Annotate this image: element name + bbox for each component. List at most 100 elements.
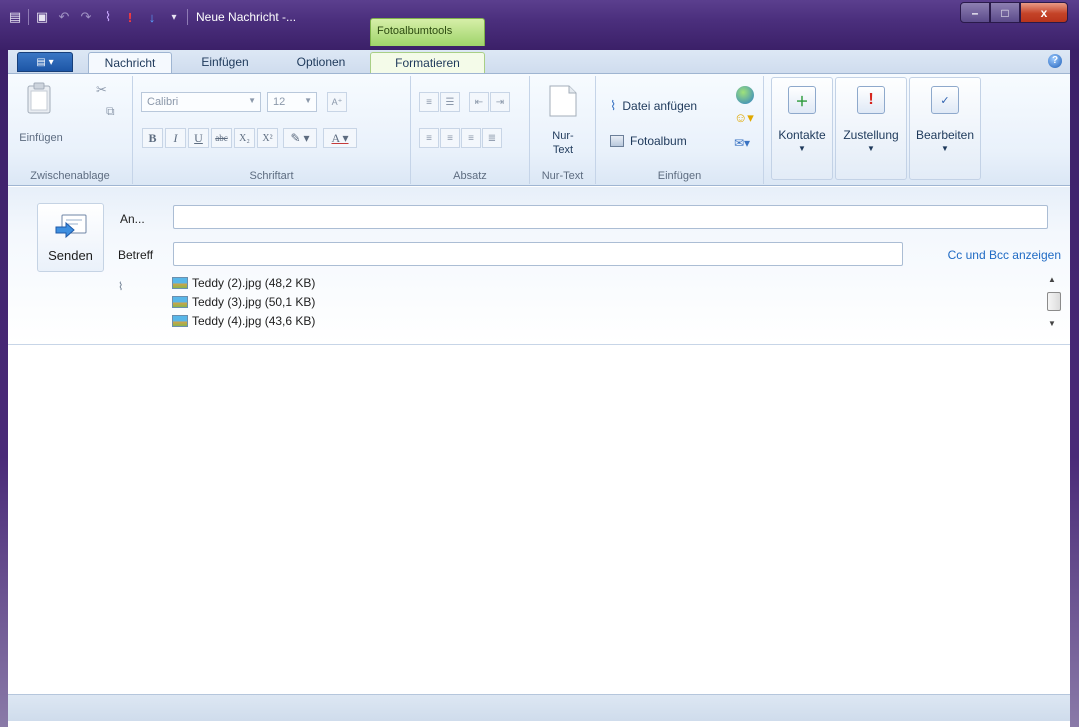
attachment-name: Teddy (3).jpg (50,1 KB) <box>192 294 316 309</box>
tab-optionen[interactable]: Optionen <box>286 52 356 73</box>
paste-button[interactable]: Einfügen <box>18 82 63 152</box>
font-size-select[interactable]: 12 ▼ <box>267 92 317 112</box>
scrollbar-thumb[interactable] <box>1047 292 1061 311</box>
group-insert: ⌇ Datei anfügen Fotoalbum ☺▾ ✉▾ Einfügen <box>596 76 764 184</box>
attachment-name: Teddy (4).jpg (43,6 KB) <box>192 313 316 328</box>
paste-label: Einfügen <box>19 132 63 144</box>
message-body-editor[interactable] <box>8 345 1070 694</box>
grow-font-icon[interactable]: A⁺ <box>327 92 347 112</box>
qat-separator <box>187 9 188 25</box>
ribbon-tab-row: ▤ ▾ Nachricht Einfügen Optionen Formatie… <box>8 50 1070 73</box>
group-label-plaintext: Nur-Text <box>541 170 584 182</box>
window-controls: – □ x <box>960 2 1068 23</box>
paperclip-icon: ⌇ <box>610 98 617 113</box>
chevron-down-icon: ▼ <box>798 144 806 153</box>
scroll-down-icon[interactable]: ▼ <box>1048 319 1056 328</box>
group-label-clipboard: Zwischenablage <box>30 170 110 182</box>
attach-file-button[interactable]: ⌇ Datei anfügen <box>610 98 697 114</box>
delivery-button[interactable]: ! Zustellung ▼ <box>835 77 907 180</box>
plaintext-label-2: Text <box>552 144 574 156</box>
group-label-insert: Einfügen <box>657 170 702 182</box>
help-icon[interactable]: ? <box>1048 54 1062 68</box>
edit-label: Bearbeiten <box>915 128 975 142</box>
justify-icon[interactable]: ≣ <box>482 128 502 148</box>
group-paragraph: ≡ ☰ ⇤ ⇥ ≡ ≡ ≡ ≣ Absatz <box>411 76 530 184</box>
paperclip-icon[interactable]: ⌇ <box>99 8 117 26</box>
close-button[interactable]: x <box>1020 2 1068 23</box>
send-button[interactable]: Senden <box>37 203 104 272</box>
globe-icon[interactable] <box>736 86 754 104</box>
tab-formatieren[interactable]: Formatieren <box>370 52 485 73</box>
minimize-button[interactable]: – <box>960 2 990 23</box>
tab-einfuegen[interactable]: Einfügen <box>190 52 260 73</box>
attachment-paperclip-icon: ⌇ <box>118 281 124 293</box>
compose-header: Senden An... Betreff Cc und Bcc anzeigen… <box>8 187 1070 345</box>
high-priority-icon: ! <box>857 86 885 114</box>
ribbon: Einfügen ✂ ⧉ Zwischenablage Calibri ▼ 12… <box>8 73 1070 186</box>
show-cc-bcc-link[interactable]: Cc und Bcc anzeigen <box>948 248 1061 262</box>
plaintext-button[interactable]: Nur- Text <box>538 80 588 160</box>
to-button[interactable]: An... <box>120 212 145 226</box>
font-family-select[interactable]: Calibri ▼ <box>141 92 261 112</box>
app-icon[interactable]: ▤ <box>6 8 24 26</box>
superscript-button[interactable]: X² <box>257 128 278 148</box>
send-mail-icon <box>55 214 87 239</box>
copy-icon[interactable]: ⧉ <box>106 104 115 119</box>
emoticon-icon[interactable]: ☺▾ <box>734 110 754 126</box>
window-frame-left <box>0 50 8 727</box>
redo-icon[interactable]: ↷ <box>77 8 95 26</box>
subject-field[interactable] <box>173 242 903 266</box>
to-field[interactable] <box>173 205 1048 229</box>
low-priority-icon[interactable]: ↓ <box>143 8 161 26</box>
high-priority-icon[interactable]: ! <box>121 8 139 26</box>
italic-button[interactable]: I <box>165 128 186 148</box>
bold-button[interactable]: B <box>142 128 163 148</box>
quick-access-toolbar: ▤ ▣ ↶ ↷ ⌇ ! ↓ ▾ Neue Nachricht -... <box>6 6 296 28</box>
group-label-paragraph: Absatz <box>453 170 487 182</box>
attach-file-label: Datei anfügen <box>622 99 698 113</box>
qat-separator <box>28 9 29 25</box>
subscript-button[interactable]: X₂ <box>234 128 255 148</box>
bullet-list-icon[interactable]: ☰ <box>440 92 460 112</box>
attachment-item[interactable]: Teddy (3).jpg (50,1 KB) <box>172 292 315 311</box>
underline-button[interactable]: U <box>188 128 209 148</box>
clipboard-icon <box>27 82 51 114</box>
chevron-down-icon: ▼ <box>304 96 312 105</box>
attachment-item[interactable]: Teddy (4).jpg (43,6 KB) <box>172 311 315 330</box>
font-color-icon: A ▾ <box>331 130 349 145</box>
photo-album-button[interactable]: Fotoalbum <box>610 134 687 148</box>
photo-album-label: Fotoalbum <box>630 134 687 148</box>
chevron-down-icon: ▼ <box>941 144 949 153</box>
decrease-indent-icon[interactable]: ⇤ <box>469 92 489 112</box>
customize-qat-icon[interactable]: ▾ <box>165 8 183 26</box>
attachment-item[interactable]: Teddy (2).jpg (48,2 KB) <box>172 273 315 292</box>
align-left-icon[interactable]: ≡ <box>419 128 439 148</box>
photo-album-icon <box>610 135 624 147</box>
maximize-button[interactable]: □ <box>990 2 1020 23</box>
edit-button[interactable]: ✓ Bearbeiten ▼ <box>909 77 981 180</box>
strikethrough-button[interactable]: abc <box>211 128 232 148</box>
increase-indent-icon[interactable]: ⇥ <box>490 92 510 112</box>
attachment-scrollbar[interactable]: ▲ ▼ <box>1046 275 1061 335</box>
plaintext-label-1: Nur- <box>552 130 574 142</box>
contacts-button[interactable]: ＋ Kontakte ▼ <box>771 77 833 180</box>
undo-icon[interactable]: ↶ <box>55 8 73 26</box>
font-family-value: Calibri <box>147 96 179 108</box>
subject-label: Betreff <box>118 248 154 262</box>
tab-nachricht[interactable]: Nachricht <box>88 52 172 73</box>
document-icon <box>549 85 577 117</box>
file-menu-button[interactable]: ▤ ▾ <box>17 52 73 72</box>
group-plaintext: Nur- Text Nur-Text <box>530 76 596 184</box>
scroll-up-icon[interactable]: ▲ <box>1048 275 1056 284</box>
cut-icon[interactable]: ✂ <box>96 82 107 98</box>
numbered-list-icon[interactable]: ≡ <box>419 92 439 112</box>
signature-icon[interactable]: ✉▾ <box>734 136 750 150</box>
window-frame-right <box>1070 50 1079 727</box>
spellcheck-icon: ✓ <box>931 86 959 114</box>
highlight-button[interactable]: ✎ ▾ <box>283 128 317 148</box>
save-icon[interactable]: ▣ <box>33 8 51 26</box>
font-color-button[interactable]: A ▾ <box>323 128 357 148</box>
align-center-icon[interactable]: ≡ <box>440 128 460 148</box>
align-right-icon[interactable]: ≡ <box>461 128 481 148</box>
context-tab-fotoalbumtools[interactable]: Fotoalbumtools <box>370 18 485 46</box>
